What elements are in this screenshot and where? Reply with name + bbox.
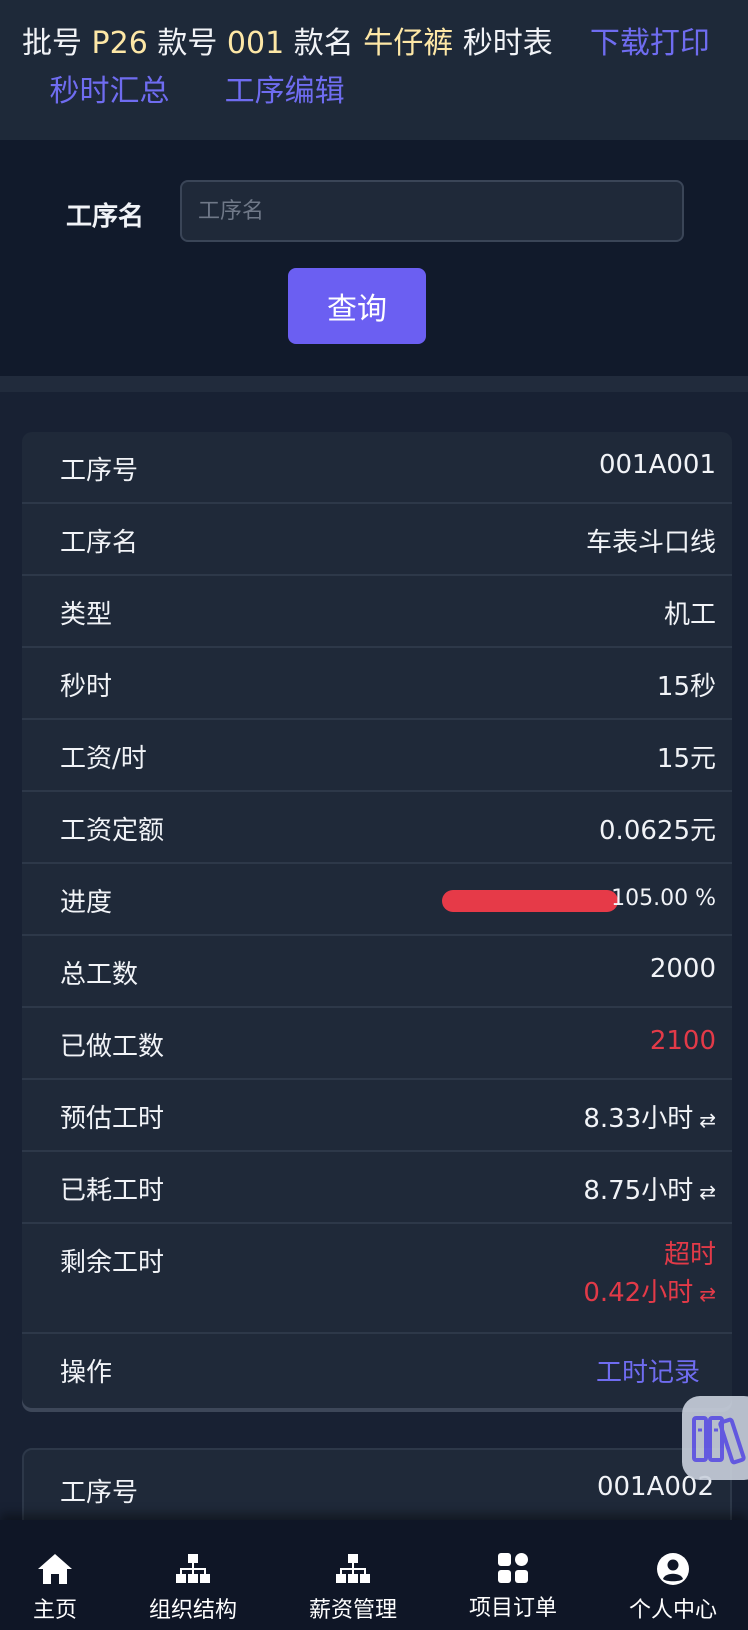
org-chart-icon [336,1554,370,1583]
books-icon [692,1416,746,1465]
row-label: 类型 [60,600,113,630]
row-label: 工序号 [60,456,139,486]
swap-icon[interactable]: ⇄ [699,1282,716,1306]
row-total: 总工数 2000 [22,936,732,1008]
row-progress: 进度 105.00 % [22,864,732,936]
progress-text: 105.00 % [611,886,716,911]
sheet-title: 秒时表 [462,26,553,61]
row-remaining: 剩余工时 超时 0.42小时 ⇄ [22,1224,732,1334]
row-label: 工序名 [60,528,139,558]
row-action: 操作 工时记录 [22,1334,732,1406]
tab-profile[interactable]: 个人中心 [598,1520,748,1630]
progress-bar [442,890,618,912]
tab-orders[interactable]: 项目订单 [438,1520,588,1630]
row-label: 操作 [60,1358,113,1388]
done-value: 2100 [649,1026,716,1056]
row-label: 工序号 [60,1478,139,1508]
row-consumed: 已耗工时 8.75小时 ⇄ [22,1152,732,1224]
row-wage-quota: 工资定额 0.0625元 [22,792,732,864]
row-label: 已耗工时 [60,1176,165,1206]
batch-value: P26 [91,26,148,61]
row-wage-hour: 工资/时 15元 [22,720,732,792]
tab-label: 组织结构 [148,1598,237,1623]
estimated-value: 8.33小时 [583,1104,694,1134]
row-label: 秒时 [60,672,113,702]
download-print-link[interactable]: 下载打印 [590,26,710,61]
work-hours-record-link[interactable]: 工时记录 [596,1352,700,1389]
batch-label: 批号 [22,26,82,61]
row-seconds: 秒时 15秒 [22,648,732,720]
row-estimated: 预估工时 8.33小时 ⇄ [22,1080,732,1152]
books-fab-button[interactable] [682,1396,748,1480]
estimated-value-wrap[interactable]: 8.33小时 ⇄ [583,1098,716,1135]
tab-label: 主页 [32,1598,77,1623]
row-label: 已做工数 [60,1032,165,1062]
row-label: 工资定额 [60,816,165,846]
org-chart-icon [176,1554,210,1583]
style-name-label: 款名 [293,26,354,61]
row-label: 进度 [60,888,113,918]
home-icon [38,1554,72,1584]
total-value: 2000 [649,954,716,984]
bottom-tab-bar: 主页 组织结构 薪资管理 项目订单 个人中心 [0,1520,748,1630]
section-divider [0,376,748,392]
row-label: 预估工时 [60,1104,165,1134]
process-card: 工序号 001A001 工序名 车表斗口线 类型 机工 秒时 15秒 工资/时 … [22,432,732,1408]
tab-home[interactable]: 主页 [0,1520,110,1630]
consumed-value-wrap[interactable]: 8.75小时 ⇄ [583,1170,716,1207]
consumed-value: 8.75小时 [583,1176,694,1206]
user-circle-icon [657,1553,689,1585]
row-done: 已做工数 2100 [22,1008,732,1080]
tab-label: 薪资管理 [308,1598,397,1623]
process-name-input[interactable] [180,180,684,242]
style-no-value: 001 [226,26,285,61]
seconds-value: 15秒 [656,672,716,702]
row-label: 总工数 [60,960,139,990]
process-name-value: 车表斗口线 [585,528,716,558]
wage-quota-value: 0.0625元 [599,816,716,846]
tab-salary[interactable]: 薪资管理 [278,1520,428,1630]
search-label: 工序名 [66,202,145,232]
tab-org-structure[interactable]: 组织结构 [118,1520,268,1630]
seconds-summary-link[interactable]: 秒时汇总 [50,74,170,109]
remaining-value: 0.42小时 [583,1278,694,1308]
tab-label: 个人中心 [628,1598,717,1623]
wage-hour-value: 15元 [656,744,716,774]
tab-label: 项目订单 [468,1596,557,1621]
process-edit-link[interactable]: 工序编辑 [225,74,345,109]
page-header: 批号 P26 款号 001 款名 牛仔裤 秒时表 下载打印 秒时汇总 工序编辑 [0,0,748,140]
swap-icon[interactable]: ⇄ [699,1108,716,1132]
style-name-value: 牛仔裤 [363,26,454,61]
query-button[interactable]: 查询 [288,268,426,344]
type-value: 机工 [663,600,716,630]
process-no-value: 001A001 [598,450,716,480]
row-process-name: 工序名 车表斗口线 [22,504,732,576]
row-label: 工资/时 [60,744,147,774]
row-label: 剩余工时 [60,1248,165,1278]
remaining-status: 超时 [663,1240,716,1270]
row-type: 类型 机工 [22,576,732,648]
row-process-no: 工序号 001A001 [22,432,732,504]
swap-icon[interactable]: ⇄ [699,1180,716,1204]
remaining-value-wrap[interactable]: 超时 0.42小时 ⇄ [583,1236,716,1313]
style-no-label: 款号 [157,26,218,61]
grid-icon [498,1553,528,1583]
